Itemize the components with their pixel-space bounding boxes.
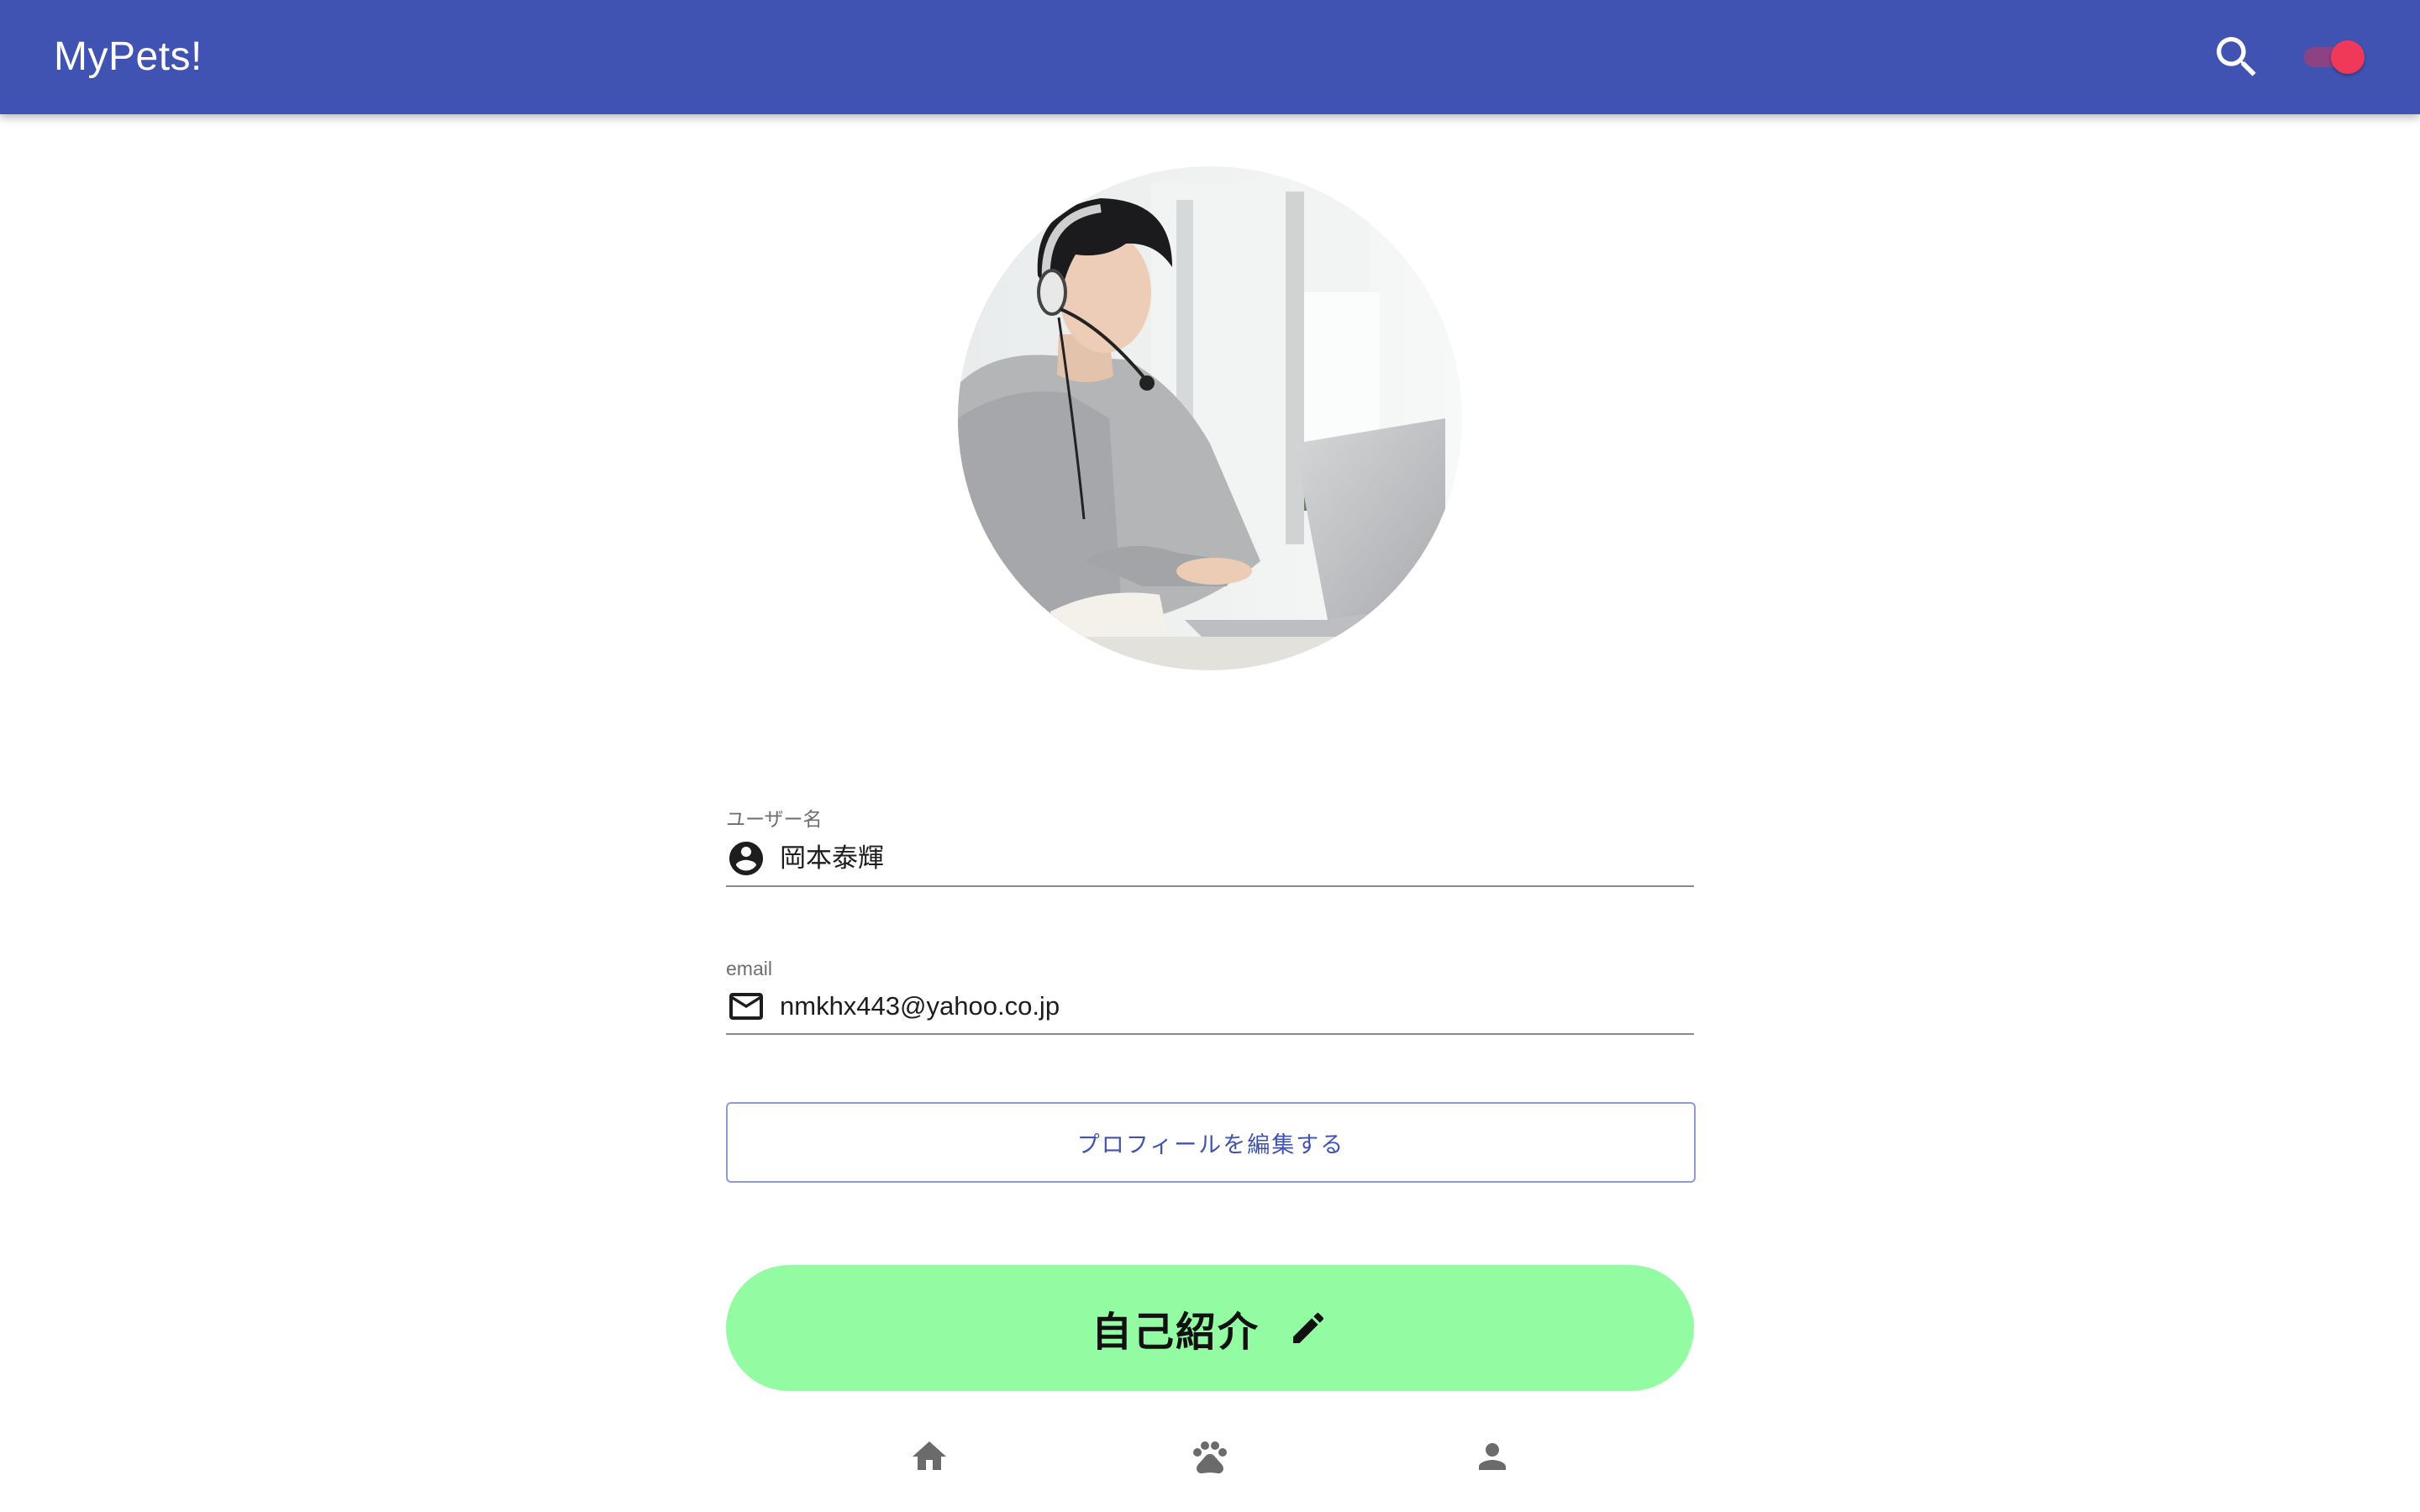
nav-item-pets[interactable] — [1190, 1436, 1230, 1477]
profile-photo — [958, 166, 1462, 670]
email-field[interactable]: email nmkhx443@yahoo.co.jp — [726, 956, 1694, 1040]
email-label: email — [726, 958, 772, 979]
account-circle-icon — [729, 842, 763, 875]
pencil-icon — [1293, 1312, 1324, 1343]
toggle-thumb — [2331, 40, 2365, 74]
username-label: ユーザー名 — [726, 808, 823, 830]
profile-avatar — [958, 166, 1462, 670]
mail-icon — [729, 993, 763, 1020]
email-underline — [726, 1033, 1694, 1035]
app-bar: MyPets! — [0, 0, 2420, 114]
app-title[interactable]: MyPets! — [54, 30, 203, 84]
search-button[interactable] — [2210, 30, 2264, 84]
email-value[interactable]: nmkhx443@yahoo.co.jp — [780, 990, 1060, 1023]
person-icon — [1479, 1443, 1506, 1470]
home-icon — [913, 1441, 946, 1470]
username-underline — [726, 885, 1694, 887]
edit-profile-button[interactable]: プロフィールを編集する — [726, 1102, 1696, 1183]
paw-icon — [1193, 1441, 1227, 1474]
edit-profile-label: プロフィールを編集する — [1076, 1131, 1345, 1158]
username-field[interactable]: ユーザー名 岡本泰輝 — [726, 806, 1694, 890]
nav-item-profile[interactable] — [1472, 1436, 1512, 1477]
self-intro-label: 自己紹介 — [1091, 1310, 1260, 1355]
self-intro-button[interactable]: 自己紹介 — [726, 1265, 1694, 1391]
search-icon — [2217, 37, 2256, 76]
theme-toggle[interactable] — [2301, 40, 2365, 74]
username-value[interactable]: 岡本泰輝 — [780, 842, 884, 875]
nav-item-home[interactable] — [909, 1436, 950, 1477]
bottom-navigation — [726, 1428, 1694, 1512]
